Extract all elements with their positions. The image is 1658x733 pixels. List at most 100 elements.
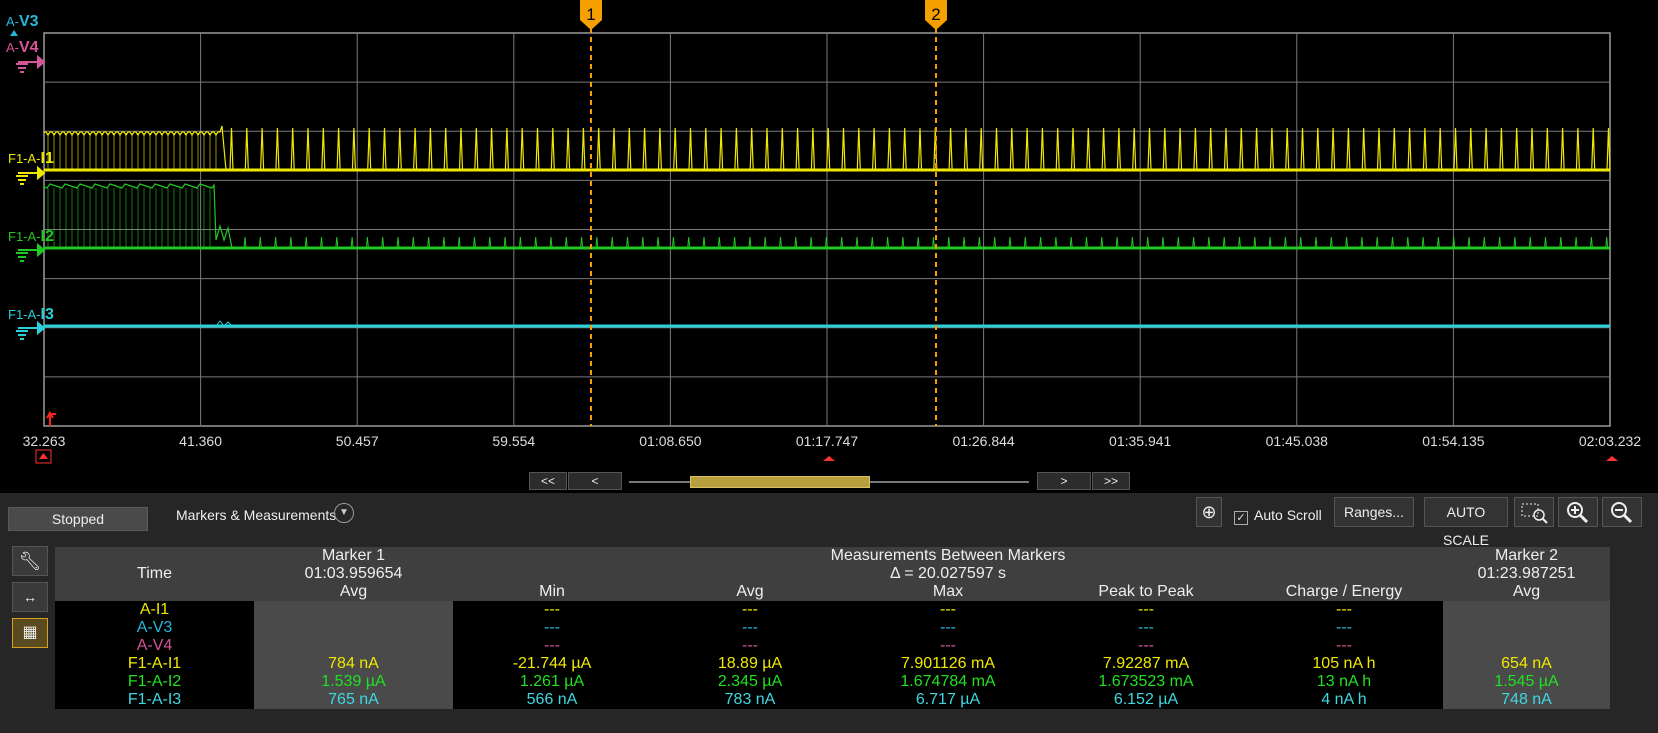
table-row: A-V3 --- --- --- --- --- <box>55 619 1610 637</box>
zoom-out-button[interactable] <box>1602 497 1642 527</box>
measurements-table: Time Marker 1 Measurements Between Marke… <box>55 547 1610 709</box>
marker-1-avg-header: Avg <box>254 583 453 601</box>
settings-tool-button[interactable]: 🔧︎ <box>12 546 48 576</box>
cell-name: F1-A-I3 <box>55 691 254 709</box>
col-header-min: Min <box>453 583 651 601</box>
cell-avg: 2.345 µA <box>651 673 849 691</box>
time-tick-label: 01:17.747 <box>796 433 858 449</box>
cell-m2 <box>1443 619 1610 637</box>
channel-label-a-v4[interactable]: A-V4 <box>6 39 46 73</box>
cell-charge: --- <box>1245 637 1443 655</box>
svg-text:F1-A-I1: F1-A-I1 <box>8 150 54 167</box>
cell-max: --- <box>849 619 1047 637</box>
ground-marker-icon <box>16 242 46 262</box>
time-header: Time <box>55 547 254 583</box>
svg-text:F1-A-I3: F1-A-I3 <box>8 306 54 323</box>
markers-measurements-label[interactable]: Markers & Measurements <box>176 504 336 526</box>
ranges-button[interactable]: Ranges... <box>1334 497 1414 527</box>
cell-m1: 1.539 µA <box>254 673 453 691</box>
auto-scale-button[interactable]: AUTO SCALE <box>1424 497 1508 548</box>
col-header-max: Max <box>849 583 1047 601</box>
table-row: F1-A-I3 765 nA 566 nA 783 nA 6.717 µA 6.152 µ… <box>55 691 1610 709</box>
scroll-first-button[interactable]: << <box>529 472 567 490</box>
marker-2-position-icon <box>1606 456 1618 461</box>
marker-1-position-icon <box>823 456 835 461</box>
time-axis: 32.263 41.360 50.457 59.554 01:08.650 01:17.7… <box>23 433 1642 449</box>
cell-max: 6.717 µA <box>849 691 1047 709</box>
cell-min: 1.261 µA <box>453 673 651 691</box>
time-tick-label: 59.554 <box>492 433 535 449</box>
time-tick-label: 01:35.941 <box>1109 433 1171 449</box>
marker-2-time: 01:23.987251 <box>1443 565 1610 583</box>
time-tick-label: 50.457 <box>336 433 379 449</box>
zoom-in-button[interactable] <box>1558 497 1598 527</box>
col-header-peak-to-peak: Peak to Peak <box>1047 583 1245 601</box>
measurements-panel: Stopped Markers & Measurements ▼ ⊕ ✓ Auto… <box>0 493 1658 733</box>
time-tick-label: 02:03.232 <box>1579 433 1641 449</box>
time-tick-label: 41.360 <box>179 433 222 449</box>
svg-text:F1-A-I2: F1-A-I2 <box>8 228 54 245</box>
add-marker-button[interactable]: ⊕ <box>1196 497 1222 527</box>
cell-max: 7.901126 mA <box>849 655 1047 673</box>
cell-max: --- <box>849 601 1047 619</box>
cell-charge: 13 nA h <box>1245 673 1443 691</box>
cell-p2p: --- <box>1047 601 1245 619</box>
zoom-box-button[interactable] <box>1514 497 1554 527</box>
cell-min: -21.744 µA <box>453 655 651 673</box>
marker-2-header: Marker 2 <box>1443 547 1610 565</box>
cell-charge: 105 nA h <box>1245 655 1443 673</box>
cell-name: A-V4 <box>55 637 254 655</box>
table-grid-icon: ▦ <box>22 624 38 641</box>
cell-p2p: --- <box>1047 637 1245 655</box>
cell-avg: 783 nA <box>651 691 849 709</box>
cell-m2 <box>1443 637 1610 655</box>
cell-min: --- <box>453 601 651 619</box>
cell-p2p: 6.152 µA <box>1047 691 1245 709</box>
marker-2-label: 2 <box>931 5 940 24</box>
cell-avg: --- <box>651 637 849 655</box>
scroll-last-button[interactable]: >> <box>1092 472 1130 490</box>
marker-spacing-button[interactable]: ↔ <box>12 582 48 612</box>
svg-text:A-V4: A-V4 <box>6 39 39 56</box>
waveform-display[interactable]: 1 2 A-V3 A-V4 F1-A-I1 F1-A-I2 F1-A-I3 32… <box>0 0 1658 490</box>
auto-scroll-label: Auto Scroll <box>1254 507 1322 523</box>
marker-1-header: Marker 1 <box>254 547 453 565</box>
cell-max: 1.674784 mA <box>849 673 1047 691</box>
table-row: F1-A-I1 784 nA -21.744 µA 18.89 µA 7.901126 … <box>55 655 1610 673</box>
cell-p2p: 1.673523 mA <box>1047 673 1245 691</box>
wrench-icon: 🔧︎ <box>18 551 42 571</box>
ground-marker-icon <box>16 54 46 73</box>
between-markers-header: Measurements Between Markers <box>453 547 1443 565</box>
time-tick-label: 32.263 <box>23 433 66 449</box>
zoom-in-icon <box>1567 502 1589 524</box>
time-tick-label: 01:54.135 <box>1422 433 1484 449</box>
scroll-prev-button[interactable]: < <box>568 472 622 490</box>
cell-m2: 654 nA <box>1443 655 1610 673</box>
time-tick-label: 01:45.038 <box>1266 433 1328 449</box>
channel-arrow-icon <box>10 30 18 36</box>
cell-name: A-I1 <box>55 601 254 619</box>
svg-text:A-V3: A-V3 <box>6 13 39 30</box>
table-row: A-I1 --- --- --- --- --- <box>55 601 1610 619</box>
time-scrollbar-thumb[interactable] <box>690 476 870 488</box>
marker-1-label: 1 <box>586 5 595 24</box>
arrows-horizontal-icon: ↔ <box>23 589 37 605</box>
cell-avg: --- <box>651 601 849 619</box>
cell-m1: 784 nA <box>254 655 453 673</box>
cell-min: --- <box>453 637 651 655</box>
cell-charge: --- <box>1245 619 1443 637</box>
cell-name: F1-A-I1 <box>55 655 254 673</box>
cell-avg: --- <box>651 619 849 637</box>
cell-p2p: --- <box>1047 619 1245 637</box>
table-row: F1-A-I2 1.539 µA 1.261 µA 2.345 µA 1.674784 … <box>55 673 1610 691</box>
zoom-out-icon <box>1611 502 1633 524</box>
measurement-table-button[interactable]: ▦ <box>12 618 48 648</box>
cell-charge: 4 nA h <box>1245 691 1443 709</box>
scroll-next-button[interactable]: > <box>1037 472 1091 490</box>
channel-label-a-v3[interactable]: A-V3 <box>6 13 39 36</box>
cell-min: 566 nA <box>453 691 651 709</box>
zoom-box-icon <box>1521 503 1548 524</box>
chevron-down-icon[interactable]: ▼ <box>334 503 354 523</box>
auto-scroll-checkbox[interactable]: ✓ Auto Scroll <box>1234 504 1322 526</box>
cell-min: --- <box>453 619 651 637</box>
